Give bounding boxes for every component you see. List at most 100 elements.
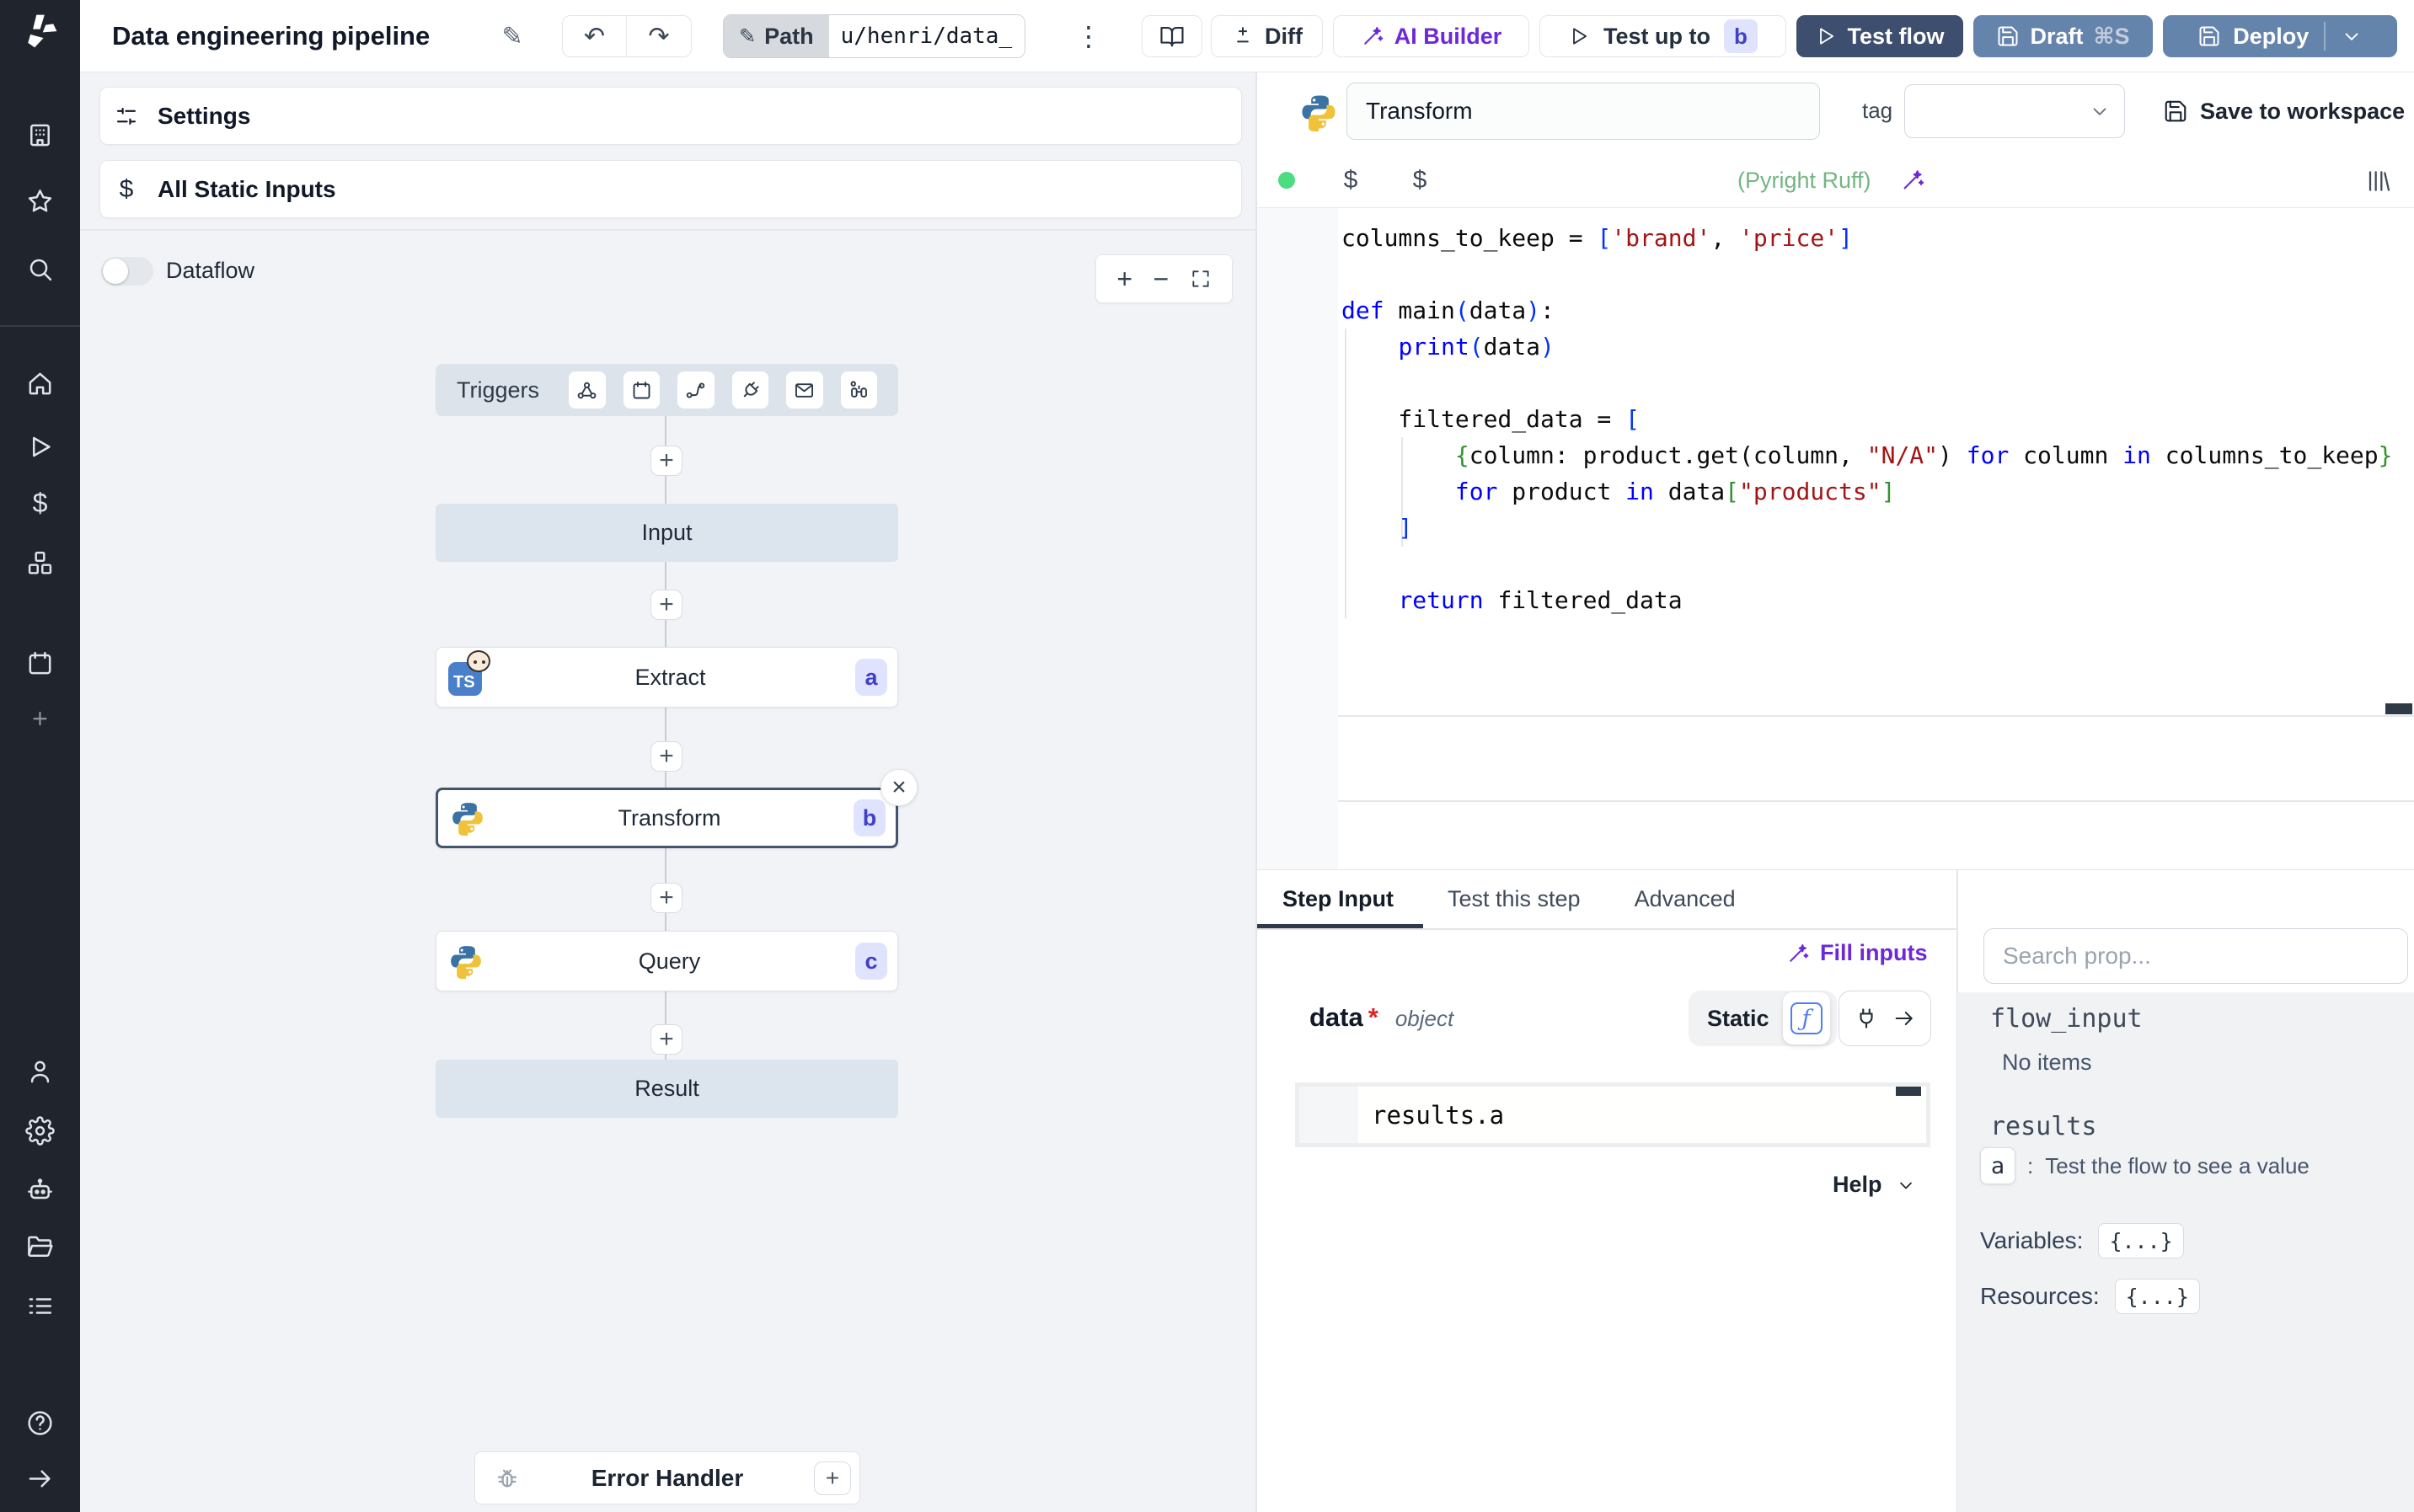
variables-picker-icon[interactable]: $ [1385,166,1454,195]
error-handler-node[interactable]: Error Handler + [474,1451,860,1504]
edit-title-pencil-icon[interactable]: ✎ [493,17,532,56]
favorites-star-icon[interactable] [25,187,55,216]
test-flow-label: Test flow [1847,23,1945,49]
test-flow-button[interactable]: Test flow [1796,15,1963,57]
folders-icon[interactable] [25,1232,55,1262]
tab-advanced[interactable]: Advanced [1635,886,1736,912]
flow-title[interactable]: Data engineering pipeline [112,0,430,72]
redo-button[interactable]: ↷ [627,16,691,56]
save-to-workspace-button[interactable]: Save to workspace [2163,88,2405,135]
add-step-button[interactable]: + [650,1024,682,1055]
save-icon [2165,100,2187,122]
results-section-label[interactable]: results [1990,1112,2096,1141]
variables-icon[interactable]: $ [25,489,55,518]
route-icon[interactable] [677,371,715,409]
search-prop-input[interactable] [1983,928,2408,984]
draft-button[interactable]: Draft ⌘S [1973,15,2153,57]
webhook-icon[interactable] [569,371,606,409]
expression-value[interactable]: results.a [1372,1087,1504,1143]
flow-node-transform-selected[interactable]: Transform b [436,788,898,848]
library-icon[interactable] [2365,153,2392,208]
more-options-kebab-icon[interactable]: ⋮ [1070,15,1107,57]
reload-icon[interactable] [1662,168,1731,193]
diff-button[interactable]: Diff [1211,15,1323,57]
expression-editor-gutter [1299,1087,1358,1143]
static-mode-label[interactable]: Static [1707,1006,1769,1032]
step-name-input[interactable] [1346,83,1820,140]
lint-status[interactable]: (Pyright Ruff) [1731,168,1878,194]
runs-icon[interactable] [25,432,55,462]
add-step-button[interactable]: + [650,446,682,476]
all-static-inputs-row[interactable]: $ All Static Inputs [99,160,1242,218]
horizontal-scrollbar-thumb[interactable] [2385,703,2412,714]
test-up-to-step-badge[interactable]: b [1723,19,1758,53]
tag-select[interactable] [1904,84,2125,138]
result-node[interactable]: Result [436,1060,898,1118]
package-icon[interactable] [1454,168,1523,193]
user-icon[interactable] [25,1057,55,1087]
tab-test-this-step[interactable]: Test this step [1448,886,1581,912]
flow-settings-row[interactable]: Settings [99,87,1242,145]
delete-node-close-icon[interactable]: × [880,769,918,806]
code-lines[interactable]: columns_to_keep = ['brand', 'price'] def… [1341,220,2392,618]
add-icon[interactable]: + [25,704,55,734]
fill-inputs-button[interactable]: Fill inputs [1786,940,1928,966]
path-value[interactable]: u/henri/data_ [828,15,1025,57]
add-error-handler-button[interactable]: + [814,1461,851,1495]
resources-icon[interactable] [25,548,55,578]
tab-step-input[interactable]: Step Input [1282,886,1394,912]
test-up-to-button[interactable]: Test up to b [1539,15,1786,57]
fit-view-icon[interactable] [1190,268,1212,290]
undo-button[interactable]: ↶ [563,16,627,56]
docs-button[interactable] [1142,15,1202,57]
zoom-out-icon[interactable]: − [1153,265,1170,292]
result-separator: : [2027,1152,2034,1178]
add-step-button[interactable]: + [650,883,682,913]
connect-input-buttons[interactable] [1839,991,1931,1046]
path-editor[interactable]: ✎ Path u/henri/data_ [723,14,1025,58]
websocket-plug-icon[interactable] [731,371,769,409]
logs-list-icon[interactable] [25,1291,55,1321]
dataflow-toggle[interactable] [101,257,153,286]
help-dropdown[interactable]: Help [1833,1172,1916,1198]
javascript-expression-mode-button[interactable]: ƒ [1782,992,1830,1045]
code-editor[interactable]: columns_to_keep = ['brand', 'price'] def… [1257,208,2414,869]
poll-icon[interactable] [840,371,878,409]
ai-builder-button[interactable]: AI Builder [1333,15,1529,57]
flow-node-query[interactable]: Query c [436,931,898,991]
add-step-button[interactable]: + [650,741,682,772]
all-static-inputs-label: All Static Inputs [158,175,336,202]
input-mode-toggle[interactable]: Static ƒ [1689,991,1837,1046]
help-icon[interactable] [25,1408,55,1438]
scrollbar-thumb[interactable] [1896,1087,1921,1096]
deploy-button[interactable]: Deploy [2163,15,2397,57]
flow-node-extract[interactable]: TS Extract a [436,647,898,708]
input-node[interactable]: Input [436,504,898,562]
email-icon[interactable] [786,371,823,409]
result-key-badge[interactable]: a [1980,1147,2015,1184]
result-entry[interactable]: a : Test the flow to see a value [1980,1147,2310,1184]
static-inputs-icon[interactable]: $ [1316,166,1385,195]
triggers-bar[interactable]: Triggers [436,364,898,416]
expression-editor[interactable]: results.a [1295,1082,1930,1147]
home-icon[interactable] [25,369,55,398]
reload-icon[interactable] [1592,168,1662,193]
zoom-in-icon[interactable]: + [1116,265,1132,292]
editor-settings-gear-icon[interactable] [1947,168,2016,193]
workspace-icon[interactable] [25,120,55,150]
workers-robot-icon[interactable] [25,1175,55,1205]
settings-gear-icon[interactable] [25,1116,55,1146]
add-step-button[interactable]: + [650,590,682,620]
flow-input-section-label[interactable]: flow_input [1990,1004,2143,1034]
windmill-logo[interactable] [19,11,61,53]
variables-object-button[interactable]: {...} [2098,1223,2184,1258]
deploy-button-divider [2324,22,2326,51]
resources-object-button[interactable]: {...} [2114,1279,2200,1314]
package-icon[interactable] [1523,168,1592,193]
schedule-icon[interactable] [623,371,661,409]
ai-wand-icon[interactable] [1878,168,1947,193]
search-icon[interactable] [25,254,55,284]
expand-sidebar-icon[interactable] [25,1464,55,1493]
schedules-icon[interactable] [25,649,55,678]
deploy-dropdown-chevron-icon[interactable] [2341,25,2363,47]
